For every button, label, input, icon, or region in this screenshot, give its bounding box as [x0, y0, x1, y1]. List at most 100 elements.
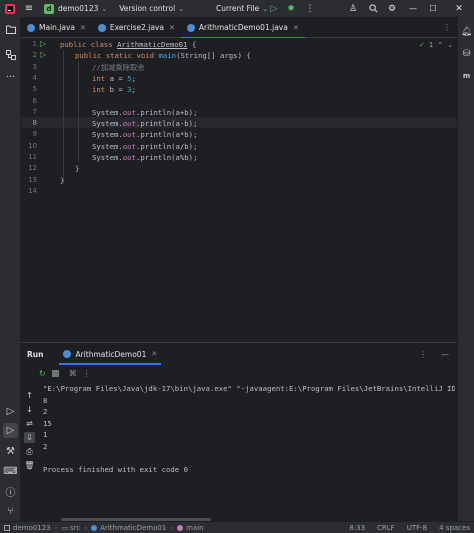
gutter: 1 2 3 4 5 6 7 8 9 10 11 12 13 14 ▷ ▷ [21, 38, 55, 342]
close-tab-icon[interactable]: ✕ [293, 24, 299, 32]
project-selector[interactable]: d demo0123 ⌄ [44, 0, 107, 17]
code-text: .println(a/b); [135, 141, 198, 151]
tab-arithmaticdemo01-java[interactable]: ArithmaticDemo01.java ✕ [180, 17, 305, 39]
keyword: int [92, 73, 110, 83]
git-icon[interactable]: ⑂ [3, 504, 18, 519]
chevron-up-icon[interactable]: ⌃ [437, 41, 443, 49]
run-main-gutter-icon[interactable]: ▷ [40, 51, 48, 59]
editor-tabs: Main.java ✕ Exercise2.java ✕ ArithmaticD… [21, 17, 457, 39]
indent-guide [63, 51, 64, 183]
run-tab-arithmaticdemo01[interactable]: ArithmaticDemo01 ✕ [59, 343, 161, 365]
console-line: 2 [43, 407, 48, 416]
profile-icon[interactable]: ♙ [347, 0, 359, 17]
code-editor[interactable]: 1 2 3 4 5 6 7 8 9 10 11 12 13 14 ▷ ▷ ✓ 1… [21, 38, 457, 342]
code-text: System. [92, 130, 123, 140]
scroll-up-icon[interactable]: ↑ [24, 390, 35, 401]
problems-icon[interactable]: ⓘ [3, 484, 18, 499]
scroll-to-end-icon[interactable]: ⇩ [24, 432, 35, 443]
static-field: out [122, 107, 136, 117]
line-number: 9 [32, 130, 37, 139]
run-icon[interactable]: ▷ [268, 0, 280, 17]
breadcrumb-item[interactable]: main [186, 524, 204, 532]
java-class-icon [27, 23, 35, 32]
console-line: Process finished with exit code 0 [43, 464, 188, 474]
run-tab-label: ArithmaticDemo01 [75, 349, 147, 359]
line-number: 13 [28, 175, 37, 184]
close-tab-icon[interactable]: ✕ [169, 24, 175, 32]
static-field: out [122, 119, 136, 129]
debug-icon[interactable]: ✹ [285, 0, 297, 17]
build-hammer-icon[interactable]: ⚒ [3, 444, 18, 459]
maven-icon[interactable]: m [460, 69, 473, 82]
static-field: out [122, 130, 136, 140]
maximize-icon[interactable]: ☐ [426, 0, 440, 17]
close-tab-icon[interactable]: ✕ [151, 350, 157, 358]
more-icon[interactable]: ⋮ [83, 369, 91, 378]
code-line-7: System.out.println(a+b); [92, 107, 197, 118]
tab-label: Main.java [39, 23, 76, 32]
breadcrumb-item[interactable]: ArithmaticDemo01 [100, 524, 166, 532]
run-top-toolbar: ↻ ⌘ ⋮ [39, 365, 91, 381]
code-text: } [60, 175, 65, 185]
soft-wrap-icon[interactable]: ⇌ [24, 418, 35, 429]
print-icon[interactable]: ⎙ [24, 446, 35, 457]
more-tools-icon[interactable]: ··· [3, 70, 18, 85]
rerun-icon[interactable]: ↻ [39, 369, 46, 378]
line-number: 7 [32, 107, 37, 116]
main-menu-icon[interactable]: ≡ [20, 0, 38, 17]
stop-icon[interactable] [51, 369, 59, 377]
run-header: Run ArithmaticDemo01 ✕ ⋮ — [21, 343, 457, 365]
file-encoding[interactable]: UTF-8 [407, 524, 427, 532]
run-options-icon[interactable]: ⋮ [419, 350, 427, 359]
chevron-down-icon[interactable]: ⌄ [447, 41, 453, 49]
status-bar: demo0123 › ▭ src › ArithmaticDemo01 › ma… [0, 521, 474, 533]
clear-trash-icon[interactable]: 🗑︎ [24, 460, 35, 471]
run-class-gutter-icon[interactable]: ▷ [40, 40, 48, 48]
restore-layout-icon[interactable]: ⌘ [69, 369, 77, 378]
minimize-icon[interactable]: — [406, 0, 420, 17]
code-line-1: public class ArithmaticDemo01 { [60, 39, 196, 50]
scroll-down-icon[interactable]: ↓ [24, 404, 35, 415]
code-text: .println(a*b); [135, 130, 198, 140]
project-folder-icon[interactable] [3, 22, 18, 37]
more-actions-icon[interactable]: ⋮ [304, 0, 316, 17]
line-number: 1 [32, 40, 37, 48]
terminal-icon[interactable]: ⌨ [3, 464, 18, 479]
close-icon[interactable]: ✕ [450, 0, 468, 17]
tab-options-icon[interactable]: ⋮ [443, 23, 451, 32]
vcs-selector[interactable]: Version control ⌄ [119, 0, 184, 17]
folder-icon: ▭ [61, 523, 69, 532]
project-badge: d [44, 3, 54, 14]
caret-position[interactable]: 8:33 [349, 524, 365, 532]
code-text: System. [92, 153, 123, 162]
run-config-label: Current File [216, 4, 260, 13]
app-logo-icon[interactable] [0, 0, 20, 17]
breadcrumb-item[interactable]: src [70, 524, 80, 532]
breadcrumb-item[interactable]: demo0123 [13, 524, 51, 532]
notifications-bell-icon[interactable]: 🔔︎ [460, 25, 473, 38]
services-icon[interactable]: ▷ [3, 404, 18, 419]
tab-main-java[interactable]: Main.java ✕ [21, 17, 92, 38]
settings-gear-icon[interactable]: ⚙ [386, 0, 398, 17]
indent-setting[interactable]: 4 spaces [439, 524, 470, 532]
run-config-selector[interactable]: Current File ⌄ [216, 0, 268, 17]
project-name: demo0123 [58, 4, 99, 13]
close-tab-icon[interactable]: ✕ [80, 24, 86, 32]
structure-icon[interactable] [3, 47, 18, 62]
search-icon[interactable] [367, 0, 379, 17]
run-tool-icon[interactable]: ▷ [3, 423, 18, 438]
code-line-5: int b = 3; [92, 85, 136, 95]
static-field: out [122, 141, 136, 151]
java-class-icon [97, 23, 106, 32]
console-output[interactable]: "E:\Program Files\Java\jdk-17\bin\java.e… [43, 383, 455, 475]
code-text: System. [92, 107, 123, 117]
java-class-icon [186, 23, 195, 32]
tab-exercise2-java[interactable]: Exercise2.java ✕ [92, 17, 181, 38]
database-icon[interactable]: ⛁ [460, 47, 473, 60]
comment: //加减乘除取余 [92, 62, 145, 72]
static-field: out [122, 153, 136, 162]
minimize-panel-icon[interactable]: — [441, 350, 449, 359]
inspections-widget[interactable]: ✓ 1 ⌃ ⌄ [419, 41, 453, 49]
line-separator[interactable]: CRLF [377, 524, 395, 532]
chevron-down-icon: ⌄ [178, 4, 185, 13]
